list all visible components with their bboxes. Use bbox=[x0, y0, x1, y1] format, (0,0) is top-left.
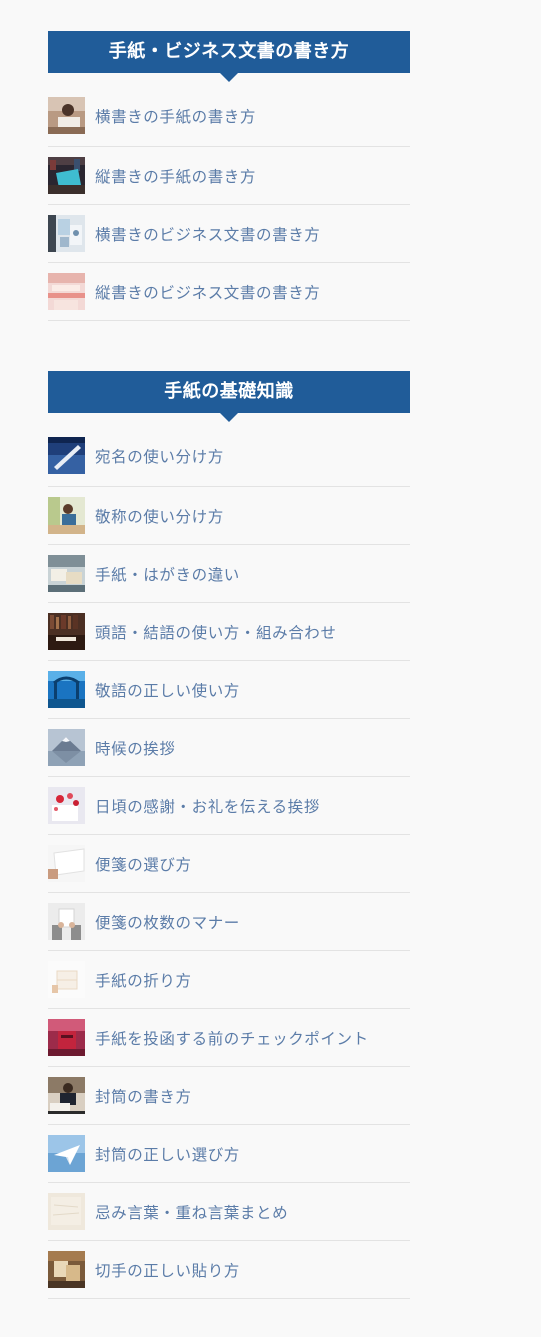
post-link[interactable]: 便箋の枚数のマナー bbox=[95, 911, 240, 933]
list-item[interactable]: 縦書きのビジネス文書の書き方 bbox=[48, 263, 410, 321]
postcards-image[interactable] bbox=[48, 555, 85, 592]
hands-holding-letter-image[interactable] bbox=[48, 903, 85, 940]
list-item[interactable]: 封筒の正しい選び方 bbox=[48, 1125, 410, 1183]
paper-airplane-image[interactable] bbox=[48, 1135, 85, 1172]
pen-writing-image[interactable] bbox=[48, 437, 85, 474]
post-list: 横書きの手紙の書き方 縦書きの手紙の書き方 横書きのビジネス文書の書き方 縦書き… bbox=[48, 73, 410, 321]
list-item[interactable]: 手紙・はがきの違い bbox=[48, 545, 410, 603]
list-item[interactable]: 敬語の正しい使い方 bbox=[48, 661, 410, 719]
post-link[interactable]: 横書きのビジネス文書の書き方 bbox=[95, 223, 320, 245]
widget-title-label: 手紙・ビジネス文書の書き方 bbox=[108, 41, 350, 62]
post-link[interactable]: 日頃の感謝・お礼を伝える挨拶 bbox=[95, 795, 320, 817]
list-item[interactable]: 頭語・結語の使い方・組み合わせ bbox=[48, 603, 410, 661]
post-link[interactable]: 切手の正しい貼り方 bbox=[95, 1259, 240, 1281]
widget-title-label: 手紙の基礎知識 bbox=[164, 381, 294, 402]
list-item[interactable]: 忌み言葉・重ね言葉まとめ bbox=[48, 1183, 410, 1241]
title-pointer bbox=[219, 72, 239, 82]
red-mailbox-image[interactable] bbox=[48, 1019, 85, 1056]
sidebar: 手紙・ビジネス文書の書き方 横書きの手紙の書き方 縦書きの手紙の書き方 横書きの… bbox=[48, 31, 410, 1299]
business-documents-image[interactable] bbox=[48, 215, 85, 252]
post-link[interactable]: 封筒の書き方 bbox=[95, 1085, 192, 1107]
washi-paper-image[interactable] bbox=[48, 1193, 85, 1230]
pink-stationery-image[interactable] bbox=[48, 273, 85, 310]
list-item[interactable]: 横書きのビジネス文書の書き方 bbox=[48, 205, 410, 263]
woman-writing-letter-image[interactable] bbox=[48, 97, 85, 134]
post-link[interactable]: 封筒の正しい選び方 bbox=[95, 1143, 240, 1165]
list-item[interactable]: 手紙を投函する前のチェックポイント bbox=[48, 1009, 410, 1067]
widget-title: 手紙の基礎知識 bbox=[48, 371, 410, 422]
post-list: 宛名の使い分け方 敬称の使い分け方 手紙・はがきの違い 頭語・結語の使い方・組み… bbox=[48, 413, 410, 1299]
hand-holding-paper-image[interactable] bbox=[48, 845, 85, 882]
blue-bridge-image[interactable] bbox=[48, 671, 85, 708]
red-petals-card-image[interactable] bbox=[48, 787, 85, 824]
post-link[interactable]: 縦書きの手紙の書き方 bbox=[95, 165, 256, 187]
widget-letter-basics: 手紙の基礎知識 宛名の使い分け方 敬称の使い分け方 手紙・はがきの違い 頭語・結… bbox=[48, 371, 410, 1299]
list-item[interactable]: 縦書きの手紙の書き方 bbox=[48, 147, 410, 205]
post-link[interactable]: 頭語・結語の使い方・組み合わせ bbox=[95, 621, 337, 643]
man-writing-envelope-image[interactable] bbox=[48, 1077, 85, 1114]
post-link[interactable]: 便箋の選び方 bbox=[95, 853, 192, 875]
list-item[interactable]: 手紙の折り方 bbox=[48, 951, 410, 1009]
list-item[interactable]: 日頃の感謝・お礼を伝える挨拶 bbox=[48, 777, 410, 835]
post-link[interactable]: 手紙を投函する前のチェックポイント bbox=[95, 1027, 369, 1049]
list-item[interactable]: 封筒の書き方 bbox=[48, 1067, 410, 1125]
post-link[interactable]: 忌み言葉・重ね言葉まとめ bbox=[95, 1201, 288, 1223]
post-link[interactable]: 敬称の使い分け方 bbox=[95, 505, 224, 527]
list-item[interactable]: 敬称の使い分け方 bbox=[48, 487, 410, 545]
widget-title: 手紙・ビジネス文書の書き方 bbox=[48, 31, 410, 82]
bookshelf-desk-image[interactable] bbox=[48, 613, 85, 650]
post-link[interactable]: 敬語の正しい使い方 bbox=[95, 679, 240, 701]
post-link[interactable]: 時候の挨拶 bbox=[95, 737, 176, 759]
envelope-in-hand-image[interactable] bbox=[48, 157, 85, 194]
list-item[interactable]: 切手の正しい貼り方 bbox=[48, 1241, 410, 1299]
post-link[interactable]: 縦書きのビジネス文書の書き方 bbox=[95, 281, 320, 303]
list-item[interactable]: 横書きの手紙の書き方 bbox=[48, 73, 410, 147]
mount-fuji-image[interactable] bbox=[48, 729, 85, 766]
post-link[interactable]: 横書きの手紙の書き方 bbox=[95, 105, 256, 127]
widget-letter-business-docs: 手紙・ビジネス文書の書き方 横書きの手紙の書き方 縦書きの手紙の書き方 横書きの… bbox=[48, 31, 410, 321]
list-item[interactable]: 便箋の選び方 bbox=[48, 835, 410, 893]
title-pointer bbox=[219, 412, 239, 422]
stamps-image[interactable] bbox=[48, 1251, 85, 1288]
post-link[interactable]: 宛名の使い分け方 bbox=[95, 445, 224, 467]
list-item[interactable]: 便箋の枚数のマナー bbox=[48, 893, 410, 951]
list-item[interactable]: 時候の挨拶 bbox=[48, 719, 410, 777]
list-item[interactable]: 宛名の使い分け方 bbox=[48, 413, 410, 487]
woman-at-desk-image[interactable] bbox=[48, 497, 85, 534]
folded-letter-image[interactable] bbox=[48, 961, 85, 998]
post-link[interactable]: 手紙の折り方 bbox=[95, 969, 192, 991]
post-link[interactable]: 手紙・はがきの違い bbox=[95, 563, 240, 585]
